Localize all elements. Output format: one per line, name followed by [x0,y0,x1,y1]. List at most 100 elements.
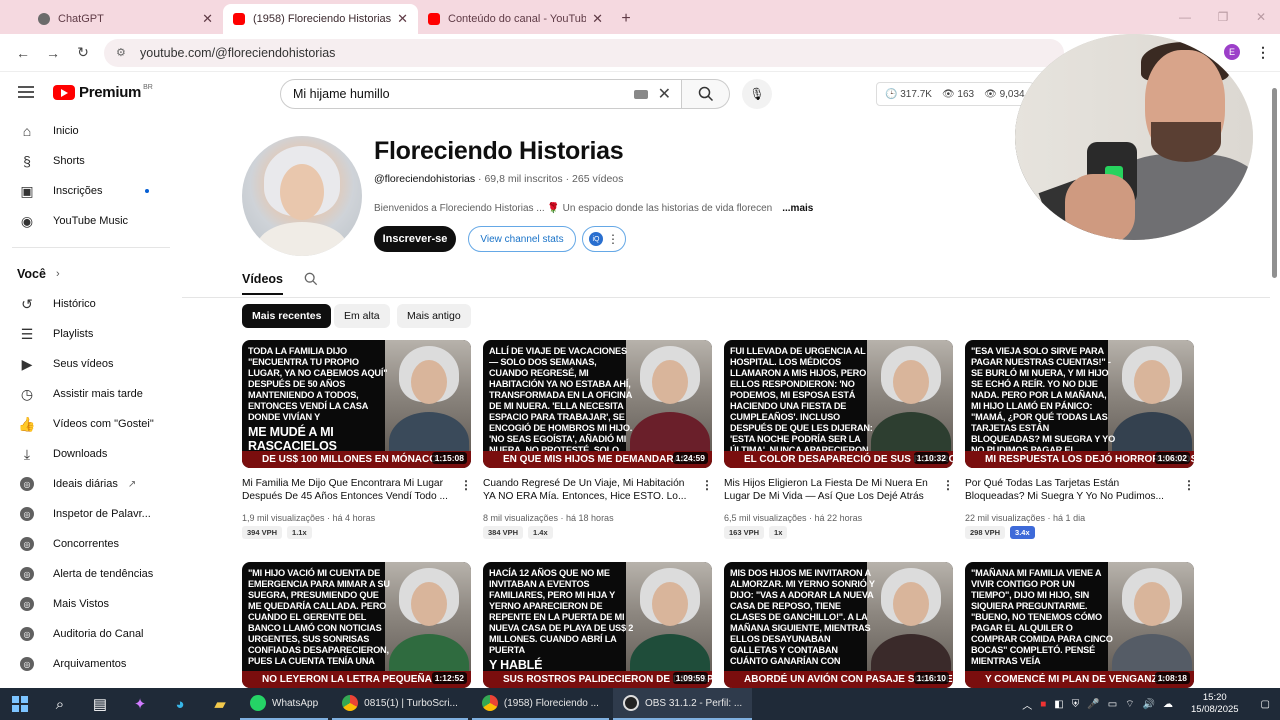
clear-search-icon[interactable]: ✕ [658,84,671,104]
minimize-icon[interactable]: — [1166,0,1204,34]
extension-menu-button[interactable]: iQ ⋮ [582,226,626,252]
tray-app-icon[interactable]: ■ [1040,699,1046,710]
back-arrow-icon[interactable]: ← [8,38,38,68]
microphone-icon[interactable]: 🎤 [1087,699,1099,710]
sidebar-you-heading[interactable]: Você › [0,259,172,289]
sidebar-item-youtube-music[interactable]: ◉ YouTube Music [0,206,172,236]
task-view-icon[interactable]: ▤ [80,688,120,720]
close-tab-icon[interactable]: ✕ [397,11,408,27]
sidebar-item-inspetor[interactable]: ◎ Inspetor de Palavr... [0,499,172,529]
video-thumbnail[interactable]: Mis dos hijos me invitaron a almorzar. M… [724,562,953,688]
channel-handle[interactable]: @floreciendohistorias [374,173,475,185]
browser-tab-youtube[interactable]: (1958) Floreciendo Historias - YouTube ✕ [223,4,418,34]
sidebar-item-liked-videos[interactable]: 👍 Vídeos com "Gostei" [0,409,172,439]
forward-arrow-icon[interactable]: → [38,38,68,68]
more-vert-icon[interactable]: ⋮ [701,478,713,492]
sidebar-item-auditoria[interactable]: ◎ Auditoria do Canal [0,619,172,649]
url-field[interactable]: ⚙ youtube.com/@floreciendohistorias [104,38,1064,67]
sidebar-item-shorts[interactable]: § Shorts [0,146,172,176]
video-card[interactable]: Toda la familia dijo "encuentra tu propi… [242,340,472,540]
video-thumbnail[interactable]: Allí de viaje de vacaciones — solo dos s… [483,340,712,468]
menu-hamburger-icon[interactable] [18,86,34,98]
wifi-icon[interactable]: ⌔ [1125,698,1134,711]
filter-chip-mais-antigo[interactable]: Mais antigo [397,304,471,328]
browser-tab-studio[interactable]: Conteúdo do canal - YouTube Studio ✕ [418,4,613,34]
page-scrollbar[interactable] [1270,72,1278,688]
video-thumbnail[interactable]: Fui llevada de urgencia al hospital. Los… [724,340,953,468]
video-card[interactable]: Allí de viaje de vacaciones — solo dos s… [483,340,713,540]
video-card[interactable]: Mis dos hijos me invitaron a almorzar. M… [724,562,953,688]
video-card[interactable]: "Mañana mi familia viene a vivir contigo… [965,562,1194,688]
sidebar-item-assistir-mais-tarde[interactable]: ◷ Assistir mais tarde [0,379,172,409]
sidebar-item-mais-vistos[interactable]: ◎ Mais Vistos [0,589,172,619]
channel-avatar[interactable] [242,136,362,256]
sidebar-item-alerta[interactable]: ◎ Alerta de tendências [0,559,172,589]
sidebar-item-playlists[interactable]: ☰ Playlists [0,319,172,349]
battery-icon[interactable]: ▭ [1108,699,1117,710]
sidebar-item-inicio[interactable]: ⌂ Inicio [0,116,172,146]
sidebar-item-inscricoes[interactable]: ▣ Inscrições [0,176,172,206]
video-title[interactable]: Mis Hijos Eligieron La Fiesta De Mi Nuer… [724,477,936,503]
more-vert-icon[interactable]: ⋮ [460,478,472,492]
filter-chip-em-alta[interactable]: Em alta [334,304,390,328]
search-button[interactable] [682,79,730,109]
filter-chip-mais-recentes[interactable]: Mais recentes [242,304,332,328]
youtube-premium-logo[interactable]: Premium BR [53,84,153,101]
reload-icon[interactable]: ↻ [68,38,98,68]
close-tab-icon[interactable]: ✕ [202,11,213,27]
voice-search-icon[interactable]: 🎙 [742,79,772,109]
video-card[interactable]: Fui llevada de urgencia al hospital. Los… [724,340,954,540]
new-tab-icon[interactable]: + [613,4,639,34]
sidebar-item-seus-videos[interactable]: ▶ Seus vídeos [0,349,172,379]
close-tab-icon[interactable]: ✕ [592,11,603,27]
edge-icon[interactable]: ◕ [160,688,200,720]
tab-search-icon[interactable] [304,272,318,289]
windows-start-icon[interactable] [0,688,40,720]
channel-description[interactable]: Bienvenidos a Floreciendo Historias ... … [374,203,813,214]
extension-stats[interactable]: 🕒 317.7K 👁 163 👁 9,034 [876,82,1034,106]
taskbar-app-chrome-1[interactable]: 0815(1) | TurboScri... [332,688,468,720]
taskbar-app-chrome-2[interactable]: (1958) Floreciendo ... [471,688,609,720]
sidebar-item-arquivamentos[interactable]: ◎ Arquivamentos [0,649,172,679]
video-thumbnail[interactable]: Hacía 12 años que no me invitaban a even… [483,562,712,688]
onedrive-icon[interactable]: ☁ [1163,699,1173,710]
restore-icon[interactable]: ❐ [1204,0,1242,34]
subscribe-button[interactable]: Inscrever-se [374,226,456,252]
tab-videos[interactable]: Vídeos [242,272,283,295]
scrollbar-thumb[interactable] [1272,88,1277,278]
tray-shield-icon[interactable]: ⛨ [1072,699,1080,710]
video-title[interactable]: Mi Familia Me Dijo Que Encontrara Mi Lug… [242,477,454,503]
video-title[interactable]: Por Qué Todas Las Tarjetas Están Bloquea… [965,477,1177,503]
video-card[interactable]: Hacía 12 años que no me invitaban a even… [483,562,712,688]
tray-app-icon[interactable]: ◧ [1054,699,1063,710]
more-link[interactable]: ...mais [782,203,813,214]
video-thumbnail[interactable]: "Mi hijo vació mi cuenta de emergencia p… [242,562,471,688]
video-thumbnail[interactable]: Toda la familia dijo "encuentra tu propi… [242,340,471,468]
search-input[interactable] [293,87,634,101]
video-thumbnail[interactable]: "Esa vieja solo sirve para pagar nuestra… [965,340,1194,468]
sidebar-item-historico[interactable]: ↺ Histórico [0,289,172,319]
site-info-icon[interactable]: ⚙ [116,46,130,60]
view-channel-stats-button[interactable]: View channel stats [468,226,576,252]
taskbar-app-obs[interactable]: OBS 31.1.2 - Perfil: ... [612,688,753,720]
taskbar-app-whatsapp[interactable]: WhatsApp [240,688,329,720]
file-explorer-icon[interactable]: ▰ [200,688,240,720]
close-window-icon[interactable]: ✕ [1242,0,1280,34]
copilot-icon[interactable]: ✦ [120,688,160,720]
volume-icon[interactable]: 🔊 [1143,699,1155,710]
keyboard-icon[interactable] [633,89,648,99]
chevron-up-icon[interactable]: ︿ [1022,697,1032,712]
more-vert-icon[interactable]: ⋮ [942,478,954,492]
video-title[interactable]: Cuando Regresé De Un Viaje, Mi Habitació… [483,477,695,503]
video-card[interactable]: "Mi hijo vació mi cuenta de emergencia p… [242,562,471,688]
search-icon[interactable]: ⌕ [40,688,80,720]
taskbar-clock[interactable]: 15:20 15/08/2025 [1191,692,1239,716]
browser-tab-chatgpt[interactable]: ChatGPT ✕ [28,4,223,34]
browser-menu-icon[interactable]: ⋮ [1256,44,1270,61]
notifications-icon[interactable]: ▢ [1261,699,1270,710]
sidebar-item-downloads[interactable]: ⤓ Downloads [0,439,172,469]
sidebar-item-concorrentes[interactable]: ◎ Concorrentes [0,529,172,559]
search-box[interactable]: ✕ [280,79,682,109]
sidebar-item-ideais-diarias[interactable]: ◎ Ideais diárias ↗ [0,469,172,499]
video-card[interactable]: "Esa vieja solo sirve para pagar nuestra… [965,340,1195,540]
